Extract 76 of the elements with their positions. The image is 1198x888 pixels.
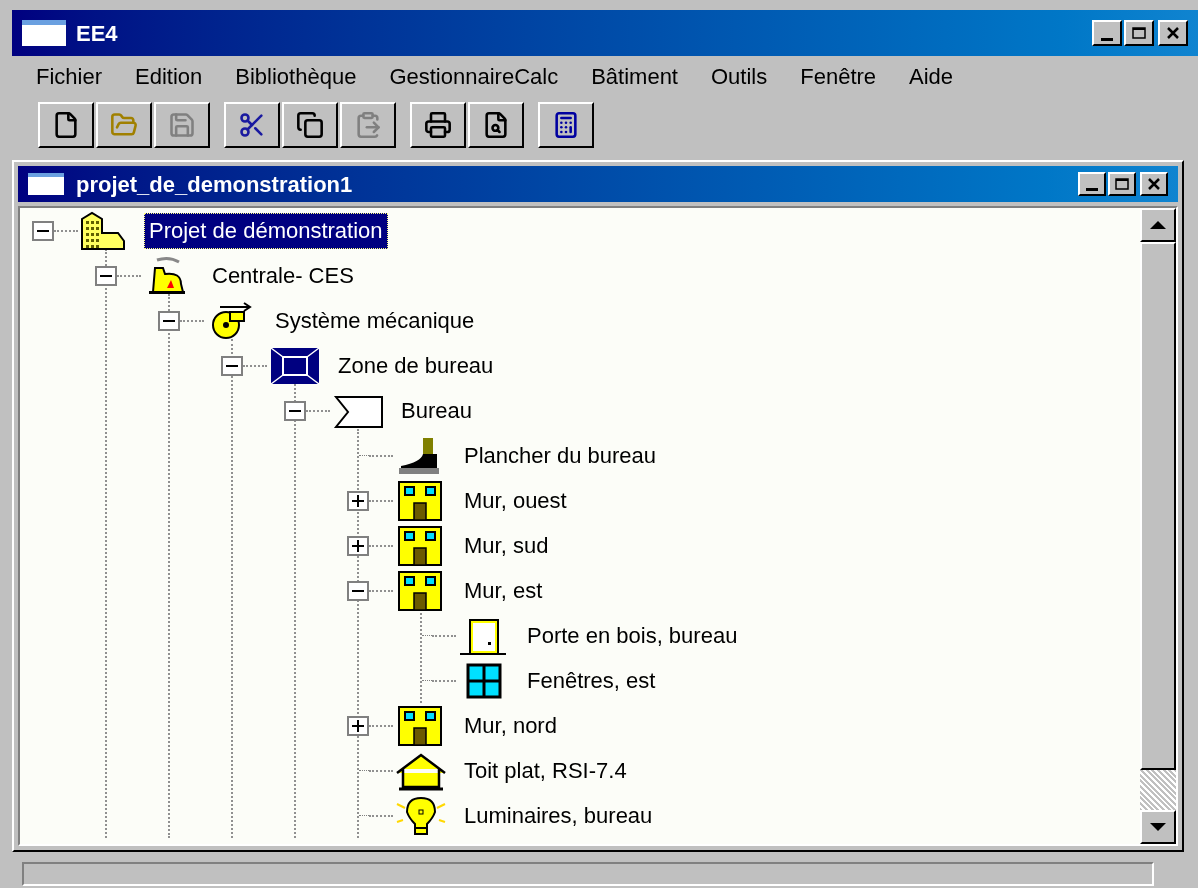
toolbar-button[interactable] <box>282 102 338 148</box>
tree-item-label[interactable]: Plancher du bureau <box>459 437 662 474</box>
expand-toggle[interactable] <box>347 715 369 736</box>
tree-item-label[interactable]: Bureau <box>396 392 477 429</box>
tree-item-label[interactable]: Luminaires, bureau <box>459 797 658 834</box>
minimize-icon <box>1101 38 1113 41</box>
document-window-icon <box>28 173 64 195</box>
magnifier-page-icon <box>482 111 510 139</box>
toolbar-button[interactable] <box>410 102 466 148</box>
toolbar-button[interactable] <box>538 102 594 148</box>
open-folder-icon <box>110 111 138 139</box>
clipboard-icon <box>354 111 382 139</box>
window-title: EE4 <box>76 19 119 48</box>
close-icon <box>1166 27 1180 39</box>
tree-item-label[interactable]: Mur, sud <box>459 527 554 564</box>
tree-item-label[interactable]: Mur, ouest <box>459 482 572 519</box>
scroll-up-button[interactable] <box>1140 208 1176 242</box>
minimize-button[interactable] <box>1078 172 1106 196</box>
maximize-icon <box>1132 27 1146 39</box>
tree-item-label[interactable]: Porte en bois, bureau <box>522 617 743 654</box>
maximize-icon <box>1115 178 1129 190</box>
minimize-icon <box>1086 188 1098 191</box>
menu-item[interactable]: Fenêtre <box>800 59 877 93</box>
new-document-icon <box>52 111 80 139</box>
expand-toggle[interactable] <box>347 490 369 511</box>
printer-icon <box>424 111 452 139</box>
up-arrow-icon <box>1150 221 1166 229</box>
minimize-button[interactable] <box>1092 20 1122 46</box>
menu-item[interactable]: GestionnaireCalc <box>389 59 559 93</box>
toolbar-button[interactable] <box>468 102 524 148</box>
maximize-button[interactable] <box>1108 172 1136 196</box>
scissors-icon <box>238 111 266 139</box>
tree-item-label[interactable]: Projet de démonstration <box>144 212 388 249</box>
tree-item-label[interactable]: Toit plat, RSI-7.4 <box>459 752 632 789</box>
tree-item-label[interactable]: Centrale- CES <box>207 257 359 294</box>
plus-icon <box>352 719 364 732</box>
tree-item-label[interactable]: Système mécanique <box>270 302 480 339</box>
minus-icon <box>163 319 175 322</box>
collapse-toggle[interactable] <box>95 265 117 286</box>
child-window-title: projet_de_demonstration1 <box>76 170 354 199</box>
collapse-toggle[interactable] <box>284 400 306 421</box>
minus-icon <box>352 589 364 592</box>
menu-item[interactable]: Outils <box>711 59 768 93</box>
tree-item-label[interactable]: Zone de bureau <box>333 347 499 384</box>
close-button[interactable] <box>1158 20 1188 46</box>
app-window-icon <box>22 20 66 46</box>
menu-item[interactable]: Edition <box>135 59 203 93</box>
maximize-button[interactable] <box>1124 20 1154 46</box>
plus-icon <box>352 494 364 507</box>
close-icon <box>1147 178 1161 190</box>
collapse-toggle[interactable] <box>158 310 180 331</box>
scroll-thumb[interactable] <box>1140 242 1176 770</box>
toolbar-button[interactable] <box>224 102 280 148</box>
minus-icon <box>289 409 301 412</box>
calculator-icon <box>552 111 580 139</box>
copy-icon <box>296 111 324 139</box>
minus-icon <box>37 229 49 232</box>
menu-item[interactable]: Aide <box>909 59 954 93</box>
tree-item-label[interactable]: Mur, nord <box>459 707 562 744</box>
menu-item[interactable]: Bâtiment <box>591 59 678 93</box>
expand-toggle[interactable] <box>347 535 369 556</box>
minus-icon <box>100 274 112 277</box>
menu-item[interactable]: Fichier <box>36 59 102 93</box>
scroll-down-button[interactable] <box>1140 810 1176 844</box>
close-button[interactable] <box>1140 172 1168 196</box>
collapse-toggle[interactable] <box>221 355 243 376</box>
menu-item[interactable]: Bibliothèque <box>235 59 357 93</box>
collapse-toggle[interactable] <box>347 580 369 601</box>
collapse-toggle[interactable] <box>32 220 54 241</box>
tree-item-label[interactable]: Mur, est <box>459 572 548 609</box>
minus-icon <box>226 364 238 367</box>
toolbar-button[interactable] <box>38 102 94 148</box>
toolbar-button[interactable] <box>96 102 152 148</box>
tree-item-label[interactable]: Fenêtres, est <box>522 662 661 699</box>
down-arrow-icon <box>1150 823 1166 831</box>
plus-icon <box>352 539 364 552</box>
